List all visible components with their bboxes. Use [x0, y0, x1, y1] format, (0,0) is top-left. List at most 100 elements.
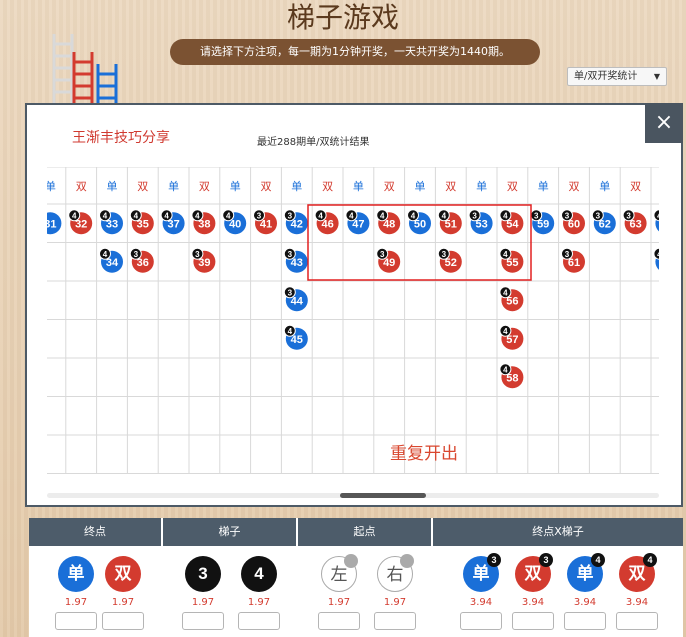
rung-badge-number: 3	[626, 211, 631, 220]
horizontal-scrollbar[interactable]	[47, 493, 659, 498]
rung-badge-number: 4	[503, 327, 508, 336]
bet-option[interactable]: 双 3 3.94	[511, 546, 555, 630]
bet-option[interactable]: 单 3 3.94	[459, 546, 503, 630]
bet-ball-button[interactable]: 4	[241, 556, 277, 592]
bet-ball-button[interactable]: 3	[185, 556, 221, 592]
rung-badge-number: 4	[657, 211, 659, 220]
ladder-logo-icon	[52, 34, 118, 104]
bet-option[interactable]: 4 1.97	[237, 546, 281, 630]
bet-badge	[400, 554, 414, 568]
page-title: 梯子游戏	[286, 1, 399, 34]
scrollbar-thumb[interactable]	[340, 493, 426, 498]
bet-badge	[344, 554, 358, 568]
rung-badge-number: 4	[288, 327, 293, 336]
chevron-down-icon: ▼	[653, 72, 660, 81]
bet-ball-button[interactable]: 左	[321, 554, 358, 592]
close-button[interactable]: ×	[645, 103, 683, 143]
odds-value: 1.97	[111, 597, 135, 608]
bet-option[interactable]: 双 4 3.94	[615, 546, 659, 630]
rung-badge-number: 3	[195, 250, 200, 259]
column-label: 双	[76, 180, 87, 193]
rung-badge-number: 4	[503, 211, 508, 220]
bet-amount-input[interactable]	[55, 612, 97, 630]
column-label: 单	[107, 180, 118, 193]
odds-value: 3.94	[625, 597, 649, 608]
column-label: 双	[384, 180, 395, 193]
bet-ball-button[interactable]: 右	[377, 554, 414, 592]
bet-ball-button[interactable]: 双	[105, 556, 141, 592]
bet-amount-input[interactable]	[374, 612, 416, 630]
odds-value: 1.97	[191, 597, 215, 608]
odd-even-grid-svg: 单31双324单334344双354363单374双384393单404双413…	[47, 167, 659, 474]
odds-value: 3.94	[521, 597, 545, 608]
column-label: 单	[538, 180, 549, 193]
rung-badge-number: 4	[442, 211, 447, 220]
column-label: 双	[630, 180, 641, 193]
bet-ball-button[interactable]: 单	[58, 556, 94, 592]
rung-badge-number: 4	[380, 211, 385, 220]
bet-options: 单 1.97 双 1.97 3 1.97 4 1.97 左 1.97 右 1.97 单 3 3.94 双 3 3.…	[29, 546, 683, 637]
bet-panel: 终点 梯子 起点 终点X梯子 单 1.97 双 1.97 3 1.97 4 1.97 左 1.97…	[29, 518, 683, 637]
odd-even-grid: 单 31 双 32 4 单 33 4 34 4 双 35 4 36 3 单 37 4 双 38 4 39 3 单 40 4 双 41 3…	[47, 167, 659, 481]
bet-option[interactable]: 左 1.97	[317, 546, 361, 630]
odds-value: 1.97	[64, 597, 88, 608]
bet-option[interactable]: 双 1.97	[101, 546, 145, 630]
bet-option[interactable]: 单 4 3.94	[563, 546, 607, 630]
rung-badge-number: 3	[565, 211, 570, 220]
bet-amount-input[interactable]	[564, 612, 606, 630]
rung-badge-number: 3	[534, 211, 539, 220]
column-label: 双	[445, 180, 456, 193]
share-title: 王渐丰技巧分享	[72, 130, 170, 146]
notice-banner: 请选择下方注项，每一期为1分钟开奖，一天共开奖为1440期。	[170, 39, 540, 65]
rung-badge-number: 4	[349, 211, 354, 220]
bet-ball-button[interactable]: 双4	[619, 553, 657, 592]
bet-amount-input[interactable]	[512, 612, 554, 630]
bet-ball-button[interactable]: 单4	[567, 553, 605, 592]
bet-amount-input[interactable]	[102, 612, 144, 630]
rung-badge-number: 3	[380, 250, 385, 259]
result-number: 31	[47, 218, 57, 230]
bet-group-header: 终点 梯子 起点 终点X梯子	[29, 518, 683, 546]
bet-option[interactable]: 3 1.97	[181, 546, 225, 630]
stats-type-dropdown[interactable]: 单/双开奖统计 ▼	[567, 67, 667, 86]
rung-badge-number: 4	[103, 250, 108, 259]
bet-badge: 3	[539, 553, 553, 567]
rung-badge-number: 3	[257, 211, 262, 220]
odds-value: 1.97	[383, 597, 407, 608]
bet-amount-input[interactable]	[182, 612, 224, 630]
bet-ball-button[interactable]: 双3	[515, 553, 553, 592]
rung-badge-number: 4	[503, 288, 508, 297]
stats-modal: × 王渐丰技巧分享 最近288期单/双统计结果 单 31 双 32 4 单 33 4 34 4 双 3…	[25, 103, 683, 507]
odds-value: 3.94	[469, 597, 493, 608]
bet-ball-button[interactable]: 单3	[463, 553, 501, 592]
column-label: 单	[230, 180, 241, 193]
column-label: 双	[322, 180, 333, 193]
bet-amount-input[interactable]	[238, 612, 280, 630]
bet-badge: 4	[643, 553, 657, 567]
bet-amount-input[interactable]	[616, 612, 658, 630]
bet-group-label: 起点	[298, 518, 433, 546]
rung-badge-number: 4	[134, 211, 139, 220]
bet-group-label: 终点X梯子	[532, 525, 584, 538]
column-label: 单	[415, 180, 426, 193]
bet-amount-input[interactable]	[460, 612, 502, 630]
odds-value: 1.97	[247, 597, 271, 608]
bet-option[interactable]: 单 1.97	[54, 546, 98, 630]
bet-badge: 4	[591, 553, 605, 567]
column-label: 单	[291, 180, 302, 193]
rung-badge-number: 3	[288, 288, 293, 297]
rung-badge-number: 3	[565, 250, 570, 259]
column-label: 双	[199, 180, 210, 193]
rung-badge-number: 3	[442, 250, 447, 259]
column-label: 双	[261, 180, 272, 193]
stats-caption: 最近288期单/双统计结果	[257, 137, 370, 148]
bet-amount-input[interactable]	[318, 612, 360, 630]
repeat-annotation: 重复开出	[390, 444, 458, 464]
rung-badge-number: 4	[318, 211, 323, 220]
rung-badge-number: 4	[164, 211, 169, 220]
rung-badge-number: 3	[288, 211, 293, 220]
bet-option[interactable]: 右 1.97	[373, 546, 417, 630]
column-label: 双	[137, 180, 148, 193]
rung-badge-number: 4	[226, 211, 231, 220]
column-label: 单	[599, 180, 610, 193]
